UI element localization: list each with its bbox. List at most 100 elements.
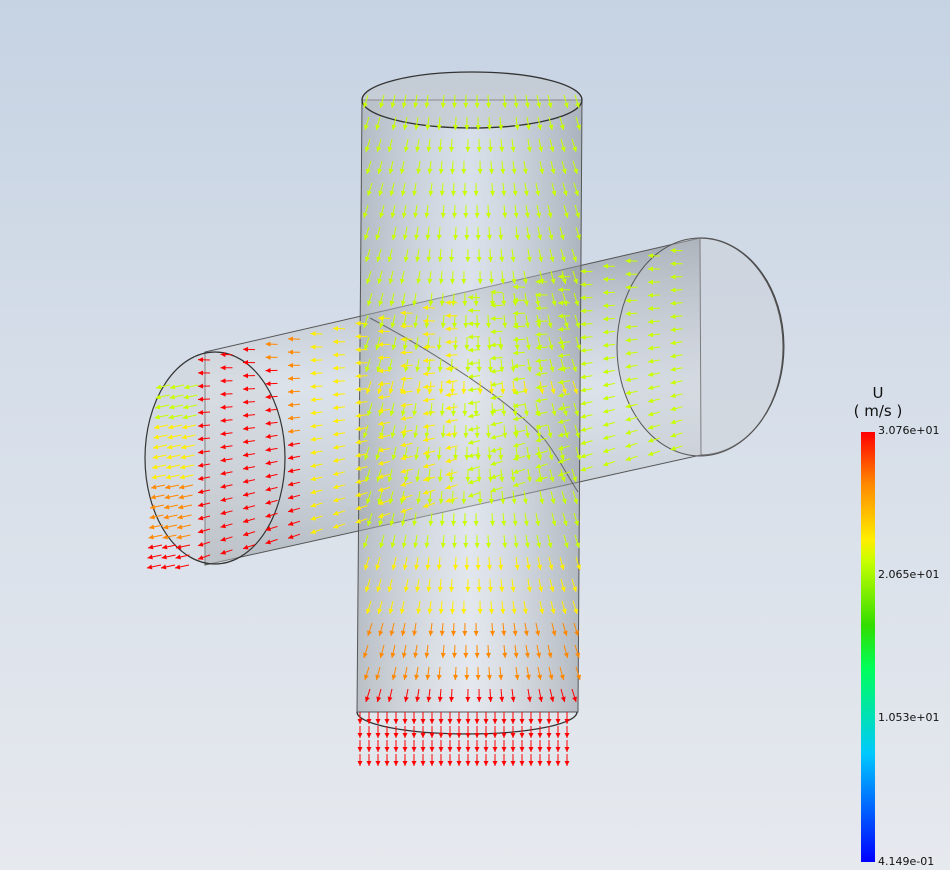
velocity-arrow-head [149,514,155,520]
velocity-arrow-head [175,564,181,570]
velocity-arrow-head [357,747,363,752]
velocity-arrow-head [483,747,489,752]
velocity-arrow-head [375,733,381,738]
velocity-arrow-head [384,719,390,724]
velocity-arrow-head [438,733,444,738]
velocity-arrow-head [384,761,390,766]
velocity-arrow-head [510,747,516,752]
velocity-arrow-head [162,544,168,550]
velocity-arrow-head [393,747,399,752]
velocity-arrow-head [375,719,381,724]
velocity-arrow-head [546,719,552,724]
velocity-arrow-head [147,564,153,570]
velocity-arrow-head [438,719,444,724]
legend-tick: 1.053e+01 [878,711,940,724]
velocity-arrow-head [528,761,534,766]
velocity-arrow-head [537,733,543,738]
velocity-arrow-head [402,761,408,766]
velocity-arrow-head [420,719,426,724]
velocity-arrow-head [510,719,516,724]
velocity-arrow-head [555,761,561,766]
velocity-arrow-head [519,747,525,752]
left-inlet-face [144,351,286,565]
velocity-arrow-head [483,733,489,738]
velocity-arrow-head [148,544,154,550]
velocity-arrow-head [175,554,181,560]
legend-variable: U [872,384,884,402]
velocity-arrow-head [519,761,525,766]
velocity-arrow-head [474,761,480,766]
velocity-arrow-head [438,761,444,766]
flow-visualization-viewport[interactable] [0,0,950,870]
velocity-arrow-head [429,761,435,766]
velocity-arrow-head [393,719,399,724]
velocity-legend: U ( m/s ) 3.076e+01 2.065e+01 1.053e+01 … [848,380,948,870]
velocity-arrow-head [456,733,462,738]
velocity-arrow-head [357,761,363,766]
velocity-arrow-head [384,733,390,738]
velocity-arrow-head [366,761,372,766]
velocity-arrow-head [564,733,570,738]
velocity-arrow-head [528,719,534,724]
legend-tick: 2.065e+01 [878,568,940,581]
velocity-arrow-head [510,733,516,738]
velocity-arrow-head [456,761,462,766]
velocity-arrow-head [420,761,426,766]
velocity-arrow-head [402,719,408,724]
velocity-arrow-head [375,761,381,766]
velocity-arrow-head [501,719,507,724]
velocity-arrow-head [420,733,426,738]
velocity-arrow-head [148,534,154,540]
velocity-arrow-head [411,761,417,766]
velocity-arrow-head [501,733,507,738]
velocity-arrow-head [411,719,417,724]
velocity-arrow-head [465,761,471,766]
velocity-arrow-head [357,733,363,738]
velocity-arrow-head [147,554,153,560]
velocity-arrow-head [156,384,162,390]
velocity-arrow-head [357,719,363,724]
velocity-arrow-head [447,733,453,738]
velocity-arrow-head [537,761,543,766]
velocity-arrow-head [161,554,167,560]
velocity-arrow-head [447,761,453,766]
velocity-arrow-head [366,747,372,752]
velocity-arrow-head [465,747,471,752]
velocity-arrow-head [456,719,462,724]
velocity-arrow-head [411,733,417,738]
velocity-arrow-head [429,747,435,752]
velocity-arrow-head [465,719,471,724]
velocity-arrow-head [519,733,525,738]
velocity-arrow-head [546,733,552,738]
velocity-arrow-head [149,524,155,530]
velocity-arrow-head [474,733,480,738]
velocity-arrow-head [456,747,462,752]
velocity-arrow-head [447,719,453,724]
legend-unit: ( m/s ) [853,402,903,420]
velocity-arrow-head [483,719,489,724]
velocity-arrow-head [411,747,417,752]
velocity-arrow-head [447,747,453,752]
velocity-arrow-head [528,747,534,752]
velocity-arrow-head [429,733,435,738]
velocity-arrow-head [492,761,498,766]
velocity-arrow-head [438,747,444,752]
velocity-arrow-head [501,747,507,752]
velocity-arrow-head [492,733,498,738]
velocity-arrow-head [483,761,489,766]
velocity-arrow-head [474,747,480,752]
legend-tick-max: 3.076e+01 [878,424,940,437]
velocity-arrow-head [393,761,399,766]
velocity-arrow-head [429,719,435,724]
velocity-arrow-head [492,747,498,752]
velocity-arrow-head [546,747,552,752]
velocity-arrow-head [519,719,525,724]
velocity-arrow-head [528,733,534,738]
velocity-arrow-head [366,733,372,738]
legend-tick-min: 4.149e-01 [878,855,935,868]
velocity-arrow-head [564,747,570,752]
velocity-arrow-head [375,747,381,752]
velocity-arrow-head [474,719,480,724]
velocity-arrow-head [161,564,167,570]
velocity-arrow-head [492,719,498,724]
